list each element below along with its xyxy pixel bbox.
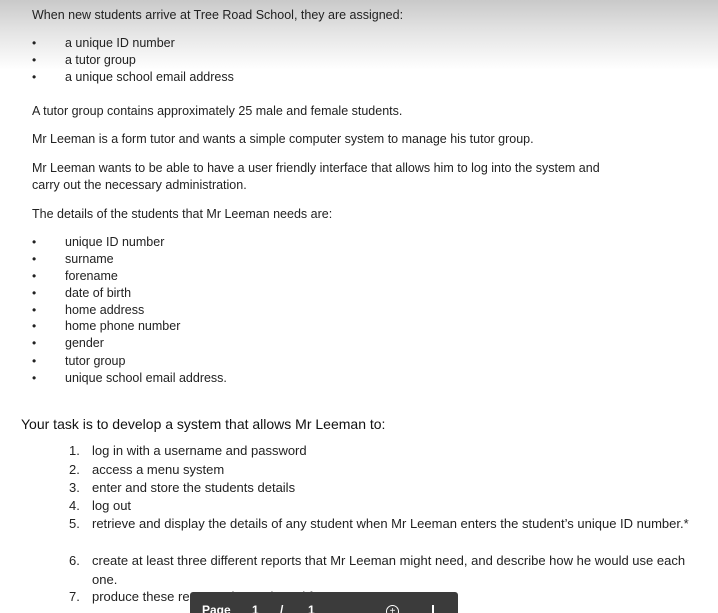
assigned-item: a unique school email address [65, 70, 234, 84]
bullet: • [32, 286, 37, 300]
bullet: • [32, 252, 37, 266]
task-number: 7. [69, 589, 80, 604]
paragraph: A tutor group contains approximately 25 … [32, 104, 403, 118]
bullet: • [32, 269, 37, 283]
zoom-in-icon[interactable]: + [386, 605, 399, 613]
bullet: • [32, 371, 37, 385]
task-number: 4. [69, 498, 80, 513]
detail-item: home phone number [65, 319, 181, 333]
task-text: retrieve and display the details of any … [92, 516, 689, 531]
task-number: 1. [69, 443, 80, 458]
assigned-item: a unique ID number [65, 36, 175, 50]
page-number-input[interactable]: 1 [252, 604, 259, 613]
task-number: 2. [69, 462, 80, 477]
bullet: • [32, 70, 37, 84]
detail-item: unique ID number [65, 235, 165, 249]
bullet: • [32, 235, 37, 249]
task-number: 3. [69, 480, 80, 495]
page-total: 1 [308, 603, 315, 613]
bullet: • [32, 36, 37, 50]
detail-item: tutor group [65, 354, 126, 368]
bullet: • [32, 336, 37, 350]
task-text: access a menu system [92, 462, 225, 477]
bullet: • [32, 319, 37, 333]
page-separator: / [280, 603, 284, 613]
bullet: • [32, 354, 37, 368]
task-number: 5. [69, 516, 80, 531]
detail-item: unique school email address. [65, 371, 227, 385]
assigned-item: a tutor group [65, 53, 136, 67]
task-text: create at least three different reports … [92, 553, 686, 587]
detail-item: gender [65, 336, 104, 350]
task-number: 6. [69, 553, 80, 568]
paragraph: Mr Leeman wants to be able to have a use… [32, 161, 600, 175]
paragraph: The details of the students that Mr Leem… [32, 207, 333, 221]
task-heading: Your task is to develop a system that al… [21, 416, 386, 432]
task-text: enter and store the students details [92, 480, 296, 495]
task-text: log out [92, 498, 132, 513]
bullet: • [32, 53, 37, 67]
task-text: log in with a username and password [92, 443, 307, 458]
page-label: Page [202, 603, 231, 613]
paragraph: Mr Leeman is a form tutor and wants a si… [32, 132, 534, 146]
document-page: When new students arrive at Tree Road Sc… [0, 0, 718, 613]
page-toolbar: Page 1 / 1 + [190, 592, 458, 613]
download-icon[interactable] [432, 605, 434, 613]
detail-item: forename [65, 269, 118, 283]
detail-item: surname [65, 252, 114, 266]
intro-text: When new students arrive at Tree Road Sc… [32, 8, 404, 22]
paragraph: carry out the necessary administration. [32, 178, 247, 192]
detail-item: date of birth [65, 286, 132, 300]
bullet: • [32, 303, 37, 317]
detail-item: home address [65, 303, 145, 317]
